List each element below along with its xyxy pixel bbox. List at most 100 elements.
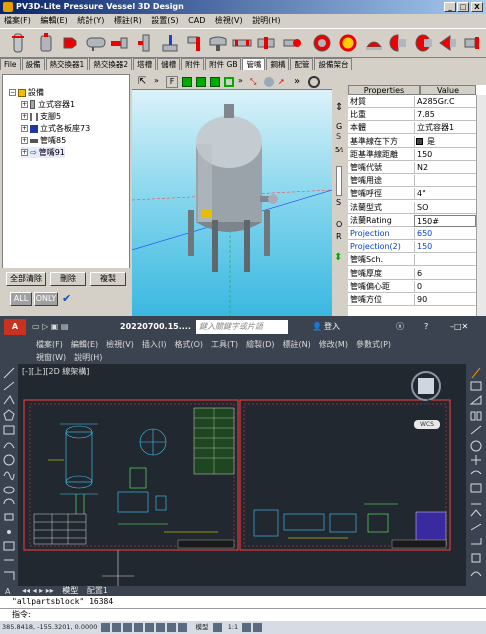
manhole-icon[interactable] — [312, 33, 332, 53]
all-filter-button[interactable]: ALL — [10, 292, 32, 306]
select-arrow-icon[interactable]: ⇱ — [138, 76, 146, 87]
menu-parametric[interactable]: 參數式(P) — [356, 340, 391, 349]
cone-head-icon[interactable] — [438, 33, 458, 53]
osnap-icon[interactable] — [145, 622, 155, 632]
reducer-icon[interactable] — [62, 33, 82, 53]
valve-icon[interactable] — [136, 33, 156, 53]
wcs-menu[interactable]: WCS — [414, 420, 440, 429]
only-filter-button[interactable]: ONLY — [34, 292, 58, 306]
menu-settings[interactable]: 設置(S) — [151, 16, 178, 25]
menu-window[interactable]: 視窗(W) — [36, 353, 66, 362]
app-logo-icon[interactable]: A — [4, 319, 26, 335]
property-value[interactable]: 90 — [414, 294, 476, 306]
nav-arrows-icon[interactable]: ◂◂ ◂ ▸ ▸▸ — [22, 586, 54, 595]
menu-edit[interactable]: 編輯(E) — [40, 16, 67, 25]
menu-format[interactable]: 格式(O) — [174, 340, 203, 349]
property-row[interactable]: 比重 7.85 — [348, 109, 476, 122]
property-row[interactable]: 距基準線距離 150 — [348, 148, 476, 161]
maximize-button[interactable]: □ — [457, 2, 469, 12]
tree-item[interactable]: + 管嘴85 — [21, 135, 66, 146]
menu-edit[interactable]: 編輯(E) — [71, 340, 98, 349]
menu-help[interactable]: 說明(H) — [252, 16, 280, 25]
lineweight-icon[interactable] — [167, 622, 177, 632]
wireframe-icon[interactable] — [224, 77, 234, 87]
menu-draw[interactable]: 繪製(D) — [246, 340, 274, 349]
vessel-icon[interactable] — [36, 33, 56, 53]
properties-scrollbar[interactable] — [476, 95, 486, 316]
fullscreen-icon[interactable] — [253, 622, 263, 632]
viewcube-face[interactable]: 上 — [424, 396, 432, 407]
expand-icon[interactable]: + — [21, 101, 28, 108]
property-row[interactable]: 基準線在下方 是 — [348, 135, 476, 148]
command-line-input[interactable]: 指令: — [0, 608, 486, 621]
tab-model[interactable]: 模型 — [62, 586, 78, 595]
tab-accessories-gb[interactable]: 附件 GB — [205, 58, 242, 70]
property-row[interactable]: 法蘭型式 SO — [348, 201, 476, 214]
property-row[interactable]: 管嘴代號 N2 — [348, 162, 476, 174]
property-value[interactable]: 4" — [414, 188, 476, 201]
tab-heat-exchanger-2[interactable]: 熱交換器2 — [89, 58, 133, 70]
more-icon[interactable]: » — [238, 76, 243, 85]
menu-insert[interactable]: 插入(I) — [142, 340, 167, 349]
side-button-r[interactable]: R — [336, 232, 342, 241]
otrack-icon[interactable] — [156, 622, 166, 632]
spin-icon[interactable]: 5⁄₁ — [335, 146, 343, 154]
tab-equipment[interactable]: 設備 — [21, 58, 45, 70]
property-row[interactable]: 材質 A285Gr.C — [348, 96, 476, 108]
side-button-s[interactable]: S — [336, 132, 341, 141]
side-button-g[interactable]: G — [336, 122, 342, 131]
property-value[interactable]: 150 — [414, 241, 476, 254]
cube-view-icon[interactable] — [182, 77, 192, 87]
menu-dimension[interactable]: 標註(N) — [283, 340, 311, 349]
expand-icon[interactable]: + — [21, 137, 28, 144]
axes-icon[interactable]: ⤡ — [250, 77, 256, 87]
copy-button[interactable]: 複製 — [90, 272, 126, 286]
signin-link[interactable]: 登入 — [324, 316, 340, 338]
tree-item[interactable]: + 立式各板座73 — [21, 123, 90, 134]
ortho-icon[interactable] — [123, 622, 133, 632]
collapse-icon[interactable]: − — [9, 89, 16, 96]
menu-stats[interactable]: 統計(Y) — [77, 16, 104, 25]
property-value[interactable]: 立式容器1 — [414, 122, 476, 135]
draw-tool-icons[interactable]: A — [0, 364, 18, 596]
transparency-icon[interactable] — [178, 622, 188, 632]
property-row[interactable]: ▼法蘭Rating150# — [348, 214, 476, 227]
settings-icon[interactable] — [242, 622, 252, 632]
more-icon[interactable]: » — [154, 76, 159, 85]
tab-layout1[interactable]: 配置1 — [87, 586, 108, 595]
drawing-canvas[interactable]: [-][上][2D 線架構] 上 WCS — [18, 364, 466, 586]
property-value[interactable]: SO — [414, 201, 476, 214]
grid-icon[interactable] — [112, 622, 122, 632]
side-button-o[interactable]: O — [336, 220, 342, 229]
flange-icon[interactable] — [110, 33, 130, 53]
blind-icon[interactable] — [338, 33, 358, 53]
tab-heat-exchanger-1[interactable]: 熱交換器1 — [45, 58, 89, 70]
property-value[interactable]: 7.85 — [414, 109, 476, 122]
clear-all-button[interactable]: 全部清除 — [6, 272, 46, 286]
nozzle-icon[interactable] — [208, 33, 228, 53]
saddle-icon[interactable] — [364, 33, 384, 53]
tab-file[interactable]: File — [0, 58, 21, 70]
polar-icon[interactable] — [134, 622, 144, 632]
elbow-icon[interactable] — [184, 33, 204, 53]
menu-tools[interactable]: 工具(T) — [211, 340, 238, 349]
tab-steel[interactable]: 鋼構 — [266, 58, 290, 70]
property-row[interactable]: 管嘴Sch. — [348, 254, 476, 267]
menu-annotate[interactable]: 標註(R) — [114, 16, 142, 25]
property-row[interactable]: 管嘴厚度 6 — [348, 267, 476, 280]
view-front-button[interactable]: F — [166, 76, 178, 88]
shade-icon[interactable] — [264, 77, 274, 87]
3d-viewport[interactable]: ⇱ » F » ⤡ ➚ » — [132, 74, 332, 316]
menu-view[interactable]: 檢視(V) — [215, 16, 243, 25]
property-value[interactable]: 150# — [414, 214, 476, 227]
tab-nozzles[interactable]: 管嘴 — [242, 58, 266, 70]
exchange-icon[interactable]: ⓧ — [396, 316, 404, 338]
property-row[interactable]: 管嘴用途 — [348, 175, 476, 188]
tab-equipment-rack[interactable]: 設備架台 — [314, 58, 353, 70]
property-row[interactable]: 管嘴偏心距 0 — [348, 280, 476, 293]
tab-piping[interactable]: 配管 — [290, 58, 314, 70]
property-value[interactable]: 0 — [414, 280, 476, 293]
menu-cad[interactable]: CAD — [188, 16, 205, 25]
tree-item-selected[interactable]: + ⇨ 管嘴91 — [21, 147, 65, 158]
property-value[interactable]: 150 — [414, 148, 476, 161]
